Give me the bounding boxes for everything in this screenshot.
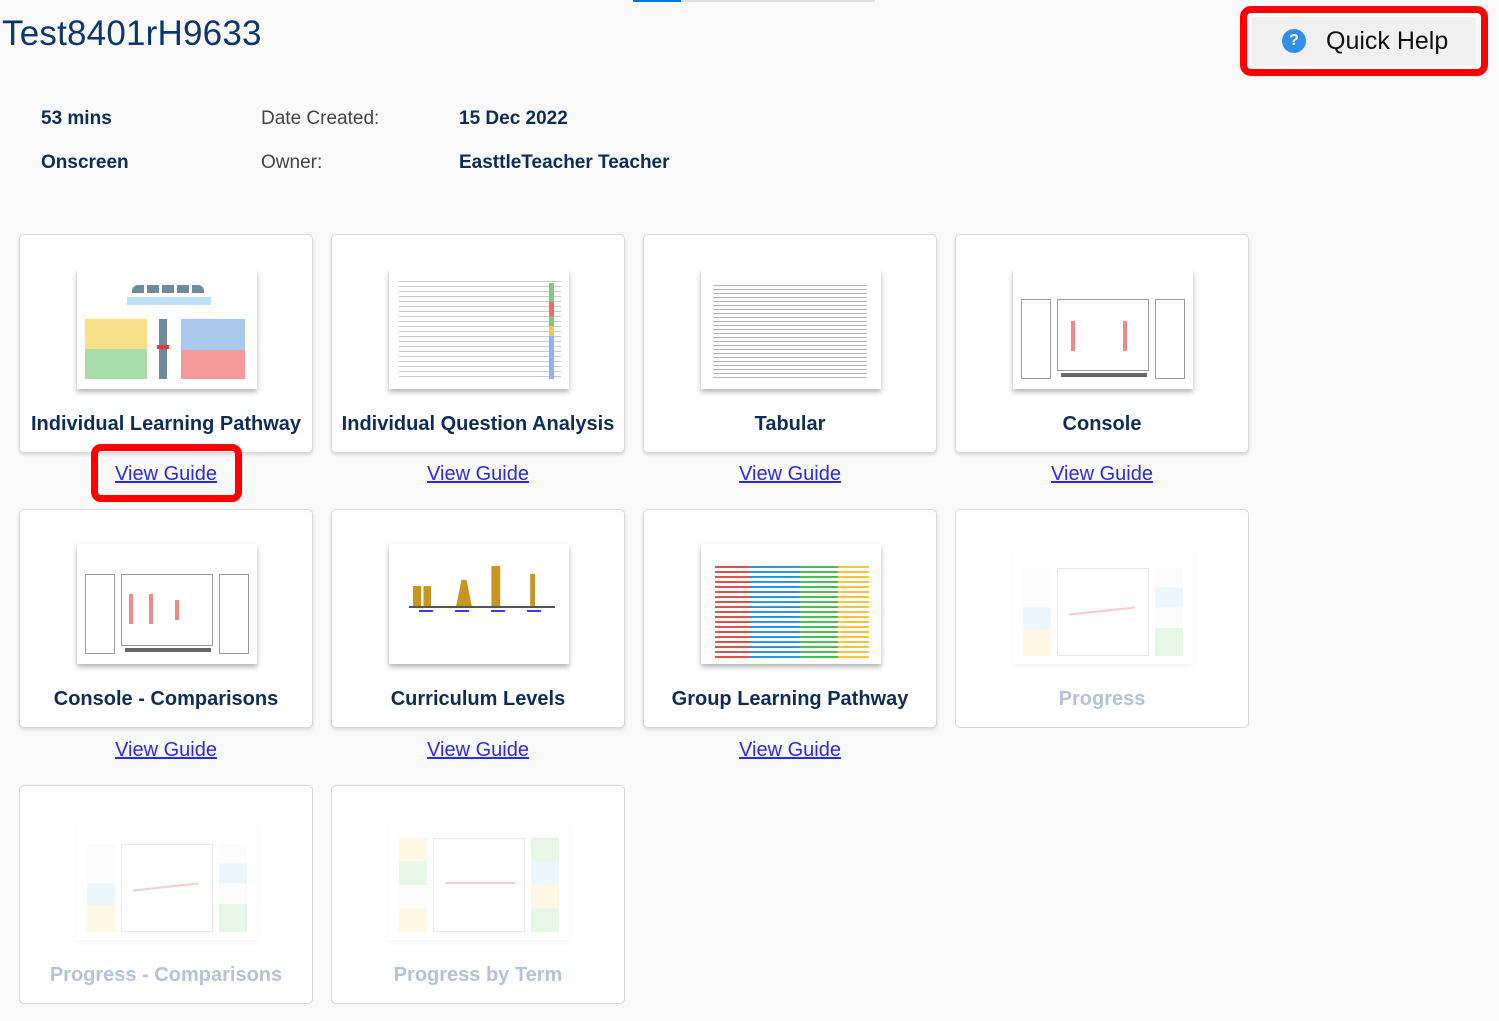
report-thumbnail bbox=[77, 820, 257, 940]
report-card-group-learning-pathway[interactable]: Group Learning Pathway bbox=[643, 509, 937, 728]
report-title: Group Learning Pathway bbox=[671, 688, 909, 710]
mode-value: Onscreen bbox=[41, 152, 129, 173]
quick-help-label: Quick Help bbox=[1326, 26, 1449, 55]
view-guide-link-curriculum-levels[interactable]: View Guide bbox=[331, 739, 625, 762]
owner-label: Owner: bbox=[261, 152, 323, 173]
report-title: Console bbox=[1062, 413, 1142, 435]
duration-value: 53 mins bbox=[41, 108, 112, 129]
report-card-progress-by-term: Progress by Term bbox=[331, 785, 625, 1004]
view-guide-link-console-comparisons[interactable]: View Guide bbox=[19, 739, 313, 762]
report-card-tabular[interactable]: Tabular bbox=[643, 234, 937, 453]
report-thumbnail bbox=[77, 269, 257, 389]
report-title: Progress bbox=[1058, 688, 1146, 710]
report-thumbnail bbox=[389, 544, 569, 664]
report-card-curriculum-levels[interactable]: Curriculum Levels bbox=[331, 509, 625, 728]
report-thumbnail bbox=[1013, 544, 1193, 664]
owner-value: EasttleTeacher Teacher bbox=[459, 152, 670, 173]
question-circle-icon: ? bbox=[1282, 29, 1306, 53]
report-card-progress-comparisons: Progress - Comparisons bbox=[19, 785, 313, 1004]
date-created-label: Date Created: bbox=[261, 108, 380, 129]
report-title: Console - Comparisons bbox=[53, 688, 279, 710]
report-title: Individual Learning Pathway bbox=[30, 413, 302, 435]
view-guide-link-individual-question-analysis[interactable]: View Guide bbox=[331, 463, 625, 486]
loading-progress-fill bbox=[633, 0, 682, 2]
report-title: Progress - Comparisons bbox=[49, 964, 283, 986]
quick-help-button[interactable]: ? Quick Help bbox=[1252, 17, 1476, 65]
view-guide-link-tabular[interactable]: View Guide bbox=[643, 463, 937, 486]
view-guide-link-group-learning-pathway[interactable]: View Guide bbox=[643, 739, 937, 762]
report-title: Curriculum Levels bbox=[390, 688, 566, 710]
view-guide-link-console[interactable]: View Guide bbox=[955, 463, 1249, 486]
report-title: Progress by Term bbox=[393, 964, 563, 986]
report-thumbnail bbox=[77, 544, 257, 664]
report-title: Individual Question Analysis bbox=[341, 413, 615, 435]
report-thumbnail bbox=[1013, 269, 1193, 389]
loading-progress-bar bbox=[633, 0, 875, 2]
report-card-progress: Progress bbox=[955, 509, 1249, 728]
report-thumbnail bbox=[701, 544, 881, 664]
report-thumbnail bbox=[701, 269, 881, 389]
report-card-console[interactable]: Console bbox=[955, 234, 1249, 453]
report-card-individual-learning-pathway[interactable]: Individual Learning Pathway bbox=[19, 234, 313, 453]
report-thumbnail bbox=[389, 820, 569, 940]
report-card-individual-question-analysis[interactable]: Individual Question Analysis bbox=[331, 234, 625, 453]
date-created-value: 15 Dec 2022 bbox=[459, 108, 568, 129]
view-guide-highlight bbox=[91, 444, 242, 502]
page-title: Test8401rH9633 bbox=[2, 14, 262, 53]
report-thumbnail bbox=[389, 269, 569, 389]
report-card-console-comparisons[interactable]: Console - Comparisons bbox=[19, 509, 313, 728]
report-title: Tabular bbox=[754, 413, 826, 435]
